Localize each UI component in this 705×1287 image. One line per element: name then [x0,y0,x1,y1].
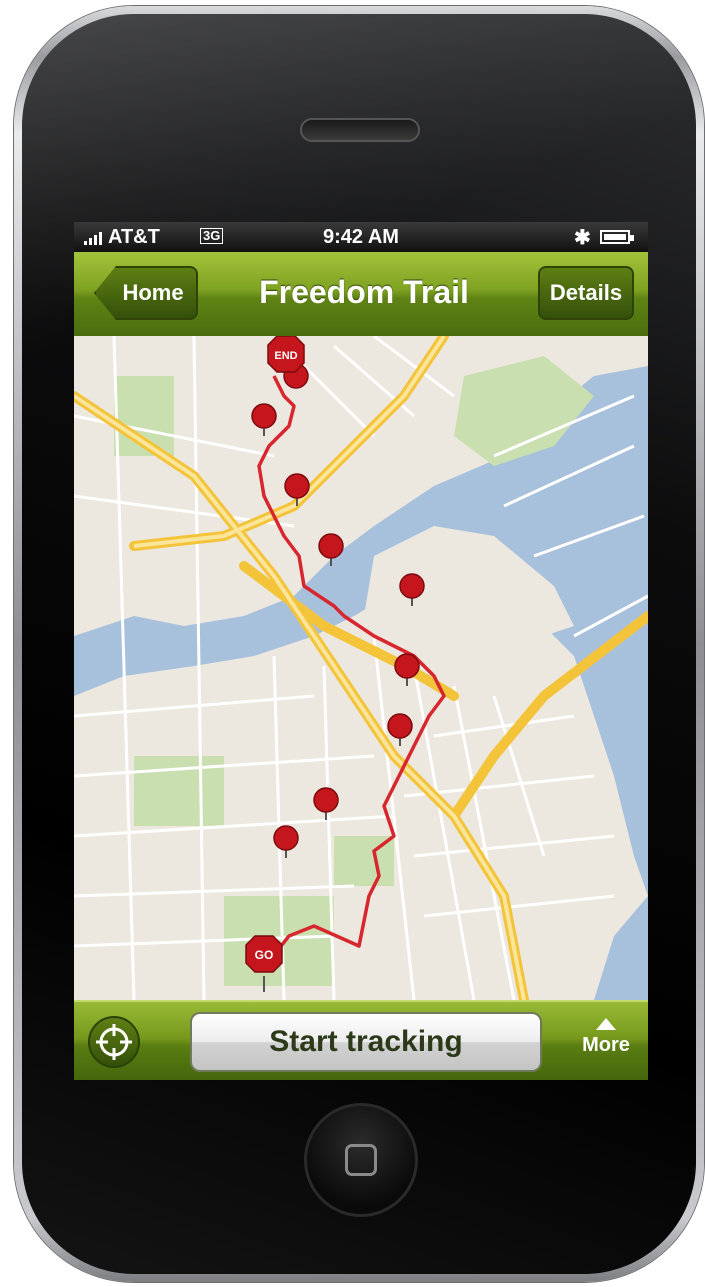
locate-button[interactable] [88,1016,140,1068]
end-pin-label: END [274,350,297,362]
start-tracking-button[interactable]: Start tracking [190,1012,542,1072]
navigation-bar: Home Freedom Trail Details [74,252,648,338]
status-bar: AT&T 3G 9:42 AM ✱ [74,222,648,252]
bluetooth-icon: ✱ [574,227,591,249]
page-title: Freedom Trail [259,274,469,310]
bottom-toolbar: Start tracking More [74,1000,648,1080]
map-view[interactable]: END GO [74,336,648,1000]
home-back-button[interactable]: Home [94,266,198,320]
home-hardware-button[interactable] [304,1103,418,1217]
earpiece-speaker [300,118,420,142]
screen: AT&T 3G 9:42 AM ✱ Home Freedom Trail Det… [74,222,648,1080]
home-square-icon [345,1144,377,1176]
up-arrow-icon [596,1018,616,1030]
crosshair-icon [96,1024,132,1060]
more-button[interactable]: More [564,1014,648,1074]
details-button[interactable]: Details [538,266,634,320]
battery-icon [600,230,634,244]
start-pin-label: GO [255,948,274,962]
map-canvas[interactable]: END GO [74,336,648,1000]
end-pin[interactable]: END [267,336,305,373]
more-label: More [582,1034,630,1056]
status-time: 9:42 AM [323,226,399,248]
